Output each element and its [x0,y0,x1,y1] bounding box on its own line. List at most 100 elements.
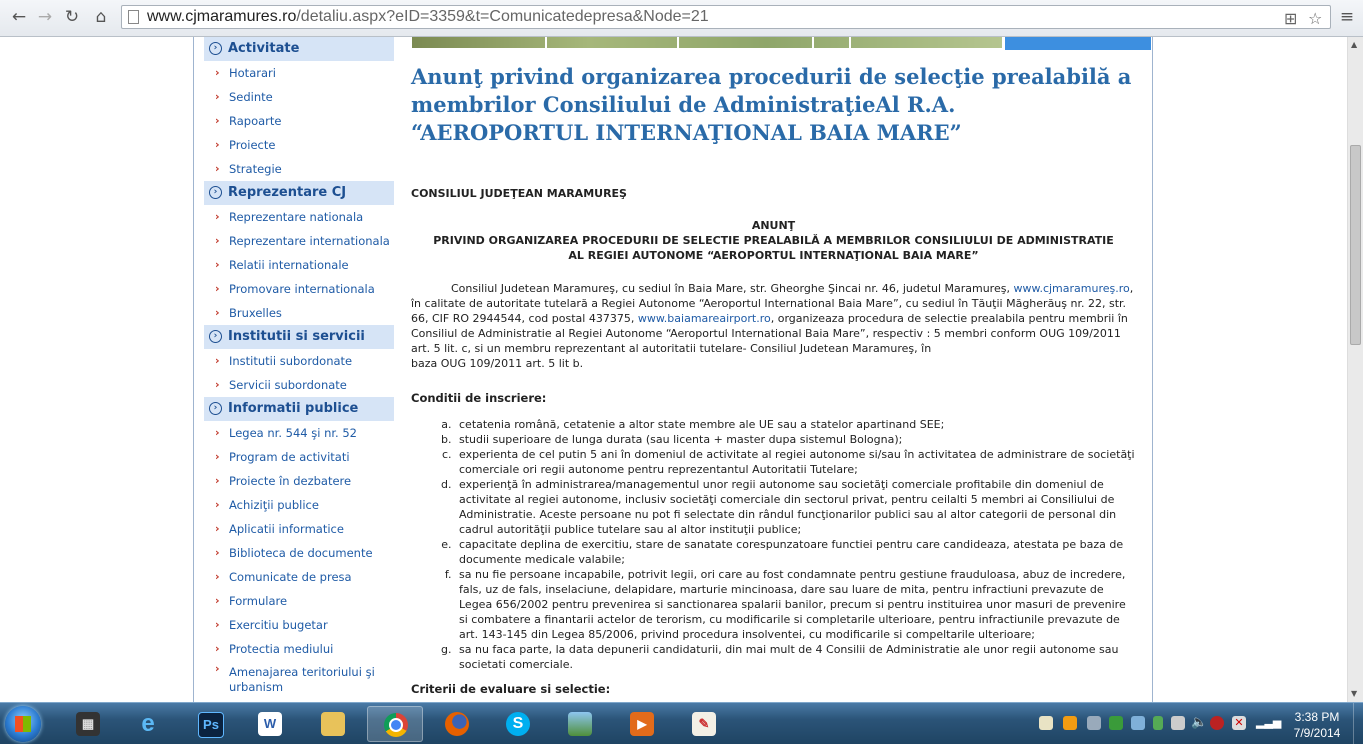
taskbar-photoshop[interactable]: Ps [182,706,238,742]
taskbar-skype[interactable]: S [490,706,546,742]
sidebar-item[interactable]: › Sedinte [204,85,394,109]
airport-link[interactable]: www.baiamareairport.ro [638,312,771,325]
chevron-right-icon: › [215,662,220,675]
address-bar[interactable]: www.cjmaramures.ro/detaliu.aspx?eID=3359… [121,5,1331,29]
sidebar-item[interactable]: › Bruxelles [204,301,394,325]
network-error-icon[interactable]: ✕ [1232,716,1246,730]
page-icon [128,10,139,24]
photoshop-icon: Ps [198,712,224,738]
sidebar-item-label: Strategie [229,162,282,176]
sidebar-item[interactable]: › Hotarari [204,61,394,85]
taskbar-firefox[interactable] [429,706,485,742]
show-desktop-button[interactable] [1353,703,1363,744]
sidebar-item[interactable]: › Achiziţii publice [204,493,394,517]
chevron-right-icon: › [215,354,220,367]
scroll-down-icon[interactable]: ▼ [1351,689,1357,698]
word-icon: W [258,712,282,736]
skype-icon: S [506,712,530,736]
vertical-scrollbar[interactable]: ▲ ▼ [1347,37,1363,702]
taskbar-image-viewer[interactable] [552,706,608,742]
sidebar-section-heading[interactable]: › Informatii publice [204,397,394,421]
antivirus-icon[interactable] [1210,716,1224,730]
bell-icon[interactable] [1087,716,1101,730]
sidebar-item[interactable]: › Promovare internationala [204,277,394,301]
chevron-right-icon: › [215,66,220,79]
sidebar-item-label: Legea nr. 544 şi nr. 52 [229,426,357,440]
chevron-right-icon: › [215,114,220,127]
sidebar-item-label: Biblioteca de documente [229,546,373,560]
back-icon[interactable]: ← [8,6,30,28]
circle-arrow-icon: › [209,330,222,343]
sidebar-item[interactable]: › Comunicate de presa [204,565,394,589]
sidebar-item[interactable]: › Formulare [204,589,394,613]
taskbar-media-player[interactable]: ▦ [60,706,116,742]
sidebar-item[interactable]: › Legea nr. 544 şi nr. 52 [204,421,394,445]
taskbar-file-explorer[interactable] [305,706,361,742]
firefox-icon [445,712,469,736]
condition-item: cetatenia română, cetatenie a altor stat… [455,417,1136,432]
chevron-right-icon: › [215,498,220,511]
chevron-right-icon: › [215,570,220,583]
sidebar-item-label: Formulare [229,594,288,608]
taskbar-chrome[interactable] [367,706,423,742]
sidebar-item-label: Reprezentare nationala [229,210,364,224]
start-button[interactable] [5,706,41,742]
sidebar-item[interactable]: › Reprezentare nationala [204,205,394,229]
scroll-up-icon[interactable]: ▲ [1351,40,1357,49]
conditions-list: cetatenia română, cetatenie a altor stat… [411,417,1136,672]
sidebar-section-heading[interactable]: › Reprezentare CJ [204,181,394,205]
sync-icon[interactable] [1171,716,1185,730]
circle-arrow-icon: › [209,42,222,55]
avast-icon[interactable] [1063,716,1077,730]
sidebar-item[interactable]: › Proiecte în dezbatere [204,469,394,493]
announcement-heading: ANUNŢ PRIVIND ORGANIZAREA PROCEDURII DE … [433,219,1114,262]
cj-link[interactable]: www.cjmaramureş.ro [1013,282,1129,295]
windows-logo-icon [15,716,31,732]
display-icon[interactable] [1131,716,1145,730]
sidebar-item[interactable]: › Relatii internationale [204,253,394,277]
sidebar-item[interactable]: › Aplicatii informatice [204,517,394,541]
network-monitor-icon[interactable] [1109,716,1123,730]
scroll-thumb[interactable] [1350,145,1361,345]
circle-arrow-icon: › [209,402,222,415]
signal-icon[interactable]: ▂▃▅ [1256,716,1281,730]
sidebar-section-title: Reprezentare CJ [228,185,347,200]
sidebar-item[interactable]: › Strategie [204,157,394,181]
sidebar-item[interactable]: › Institutii subordonate [204,349,394,373]
sidebar-item-label: Achiziţii publice [229,498,319,512]
sidebar-section-heading[interactable]: › Activitate [204,37,394,61]
taskbar-slideshow[interactable]: ▶ [614,706,670,742]
translate-icon[interactable]: ⊞ [1284,9,1297,28]
bookmark-star-icon[interactable]: ☆ [1308,9,1322,28]
sidebar-item[interactable]: › Reprezentare internationala [204,229,394,253]
volume-icon[interactable]: 🔈 [1191,716,1207,730]
sidebar-item[interactable]: › Biblioteca de documente [204,541,394,565]
taskbar-internet-explorer[interactable]: e [120,706,176,742]
notes-icon[interactable] [1039,716,1053,730]
sidebar-item[interactable]: › Proiecte [204,133,394,157]
sidebar-item-label: Amenajarea teritoriului şi urbanism [229,665,375,694]
sidebar-item[interactable]: › Servicii subordonate [204,373,394,397]
sidebar-item[interactable]: › Exercitiu bugetar [204,613,394,637]
taskbar-paint[interactable]: ✎ [676,706,732,742]
sidebar-item-label: Proiecte [229,138,276,152]
home-icon[interactable]: ⌂ [90,6,112,28]
taskbar-word[interactable]: W [242,706,298,742]
forward-icon[interactable]: → [34,6,56,28]
condition-item: capacitate deplina de exercitiu, stare d… [455,537,1136,567]
conditions-heading: Conditii de inscriere: [411,391,547,405]
clock[interactable]: 3:38 PM 7/9/2014 [1282,709,1352,741]
sidebar-item[interactable]: › Amenajarea teritoriului şi urbanism [204,661,394,697]
battery-icon[interactable] [1153,716,1163,730]
reload-icon[interactable]: ↻ [61,6,83,28]
sidebar-item[interactable]: › Rapoarte [204,109,394,133]
chevron-right-icon: › [215,618,220,631]
chevron-right-icon: › [215,210,220,223]
sidebar-section-heading[interactable]: › Institutii si servicii [204,325,394,349]
ie-icon: e [141,710,155,737]
folder-icon [321,712,345,736]
menu-icon[interactable]: ≡ [1336,6,1358,28]
sidebar-item[interactable]: › Program de activitati [204,445,394,469]
chevron-right-icon: › [215,258,220,271]
sidebar-item[interactable]: › Protectia mediului [204,637,394,661]
